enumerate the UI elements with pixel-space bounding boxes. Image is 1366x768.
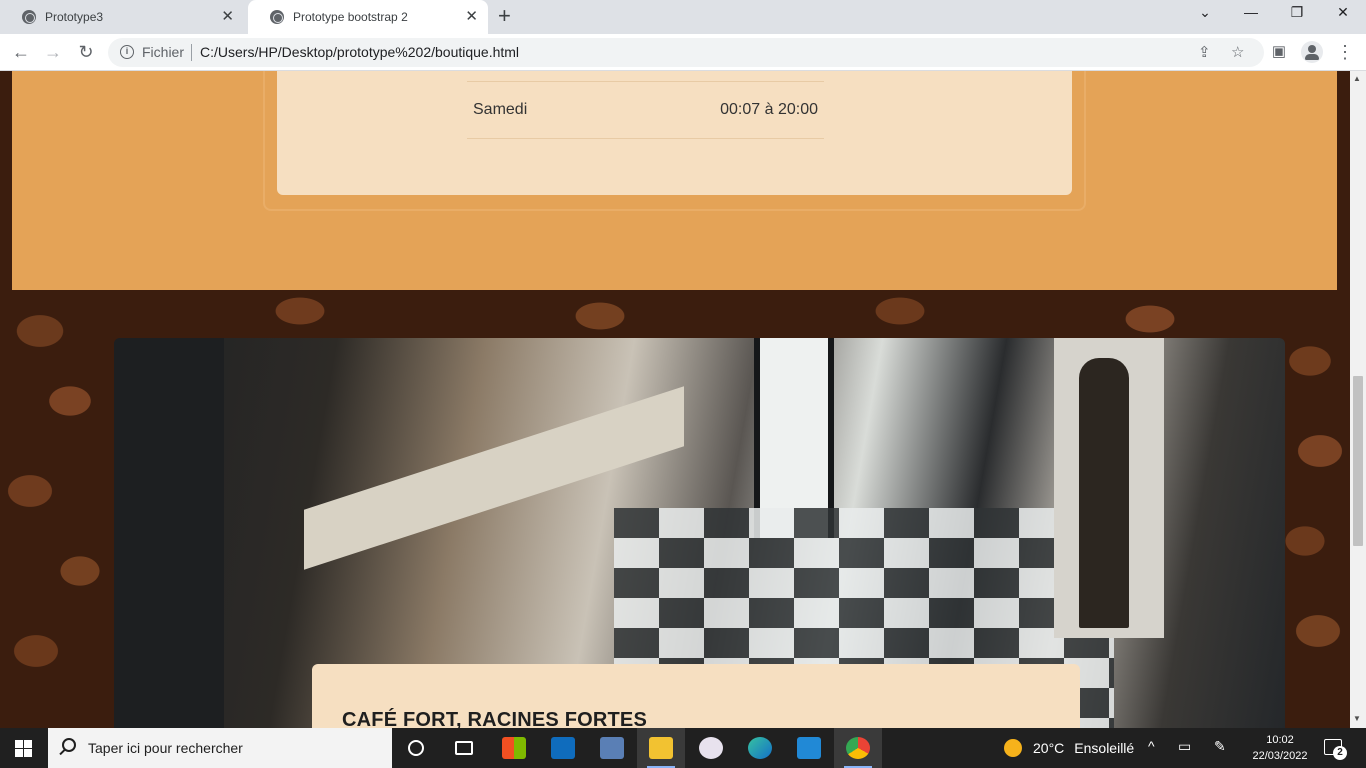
slogan-card: CAFÉ FORT, RACINES FORTES xyxy=(312,664,1080,728)
page-scrollbar[interactable]: ▲ ▼ xyxy=(1350,71,1366,728)
hours-time: 00:07 à 20:00 xyxy=(720,101,818,118)
taskbar-search[interactable]: Taper ici pour rechercher xyxy=(48,728,392,768)
tab-strip: Prototype3 ✕ Prototype bootstrap 2 ✕ + ⌄… xyxy=(0,0,1366,34)
info-icon[interactable]: i xyxy=(120,45,134,59)
tab-title: Prototype bootstrap 2 xyxy=(293,10,408,24)
page-viewport: Samedi 00:07 à 20:00 CAFÉ FORT, RACINES … xyxy=(0,71,1350,728)
tab-title: Prototype3 xyxy=(45,10,104,24)
scroll-thumb[interactable] xyxy=(1353,376,1363,546)
windows-start-icon[interactable] xyxy=(15,740,32,757)
search-icon xyxy=(62,738,76,752)
reload-icon[interactable]: ↻ xyxy=(75,40,97,64)
chrome-icon[interactable] xyxy=(834,728,882,768)
tab-prototype-bootstrap-2[interactable]: Prototype bootstrap 2 ✕ xyxy=(248,0,488,34)
temperature: 20°C xyxy=(1033,740,1065,756)
globe-icon xyxy=(270,10,284,24)
kebab-menu-icon[interactable]: ⋮ xyxy=(1334,40,1356,64)
site-label: Fichier xyxy=(142,44,185,60)
clock-date: 22/03/2022 xyxy=(1252,750,1308,762)
system-clock[interactable]: 10:02 22/03/2022 xyxy=(1246,732,1314,764)
minimize-icon[interactable]: — xyxy=(1239,4,1263,20)
star-icon[interactable]: ☆ xyxy=(1231,43,1244,61)
pen-icon[interactable]: ✎ xyxy=(1214,738,1226,755)
globe-icon xyxy=(22,10,36,24)
hours-day: Samedi xyxy=(473,101,528,118)
restore-icon[interactable]: ❐ xyxy=(1285,4,1309,21)
scroll-down-icon[interactable]: ▼ xyxy=(1353,714,1361,723)
edge-icon[interactable] xyxy=(736,728,784,768)
remote-desktop-icon[interactable] xyxy=(588,728,636,768)
taskbar: Taper ici pour rechercher 20°C Ensoleill… xyxy=(0,728,1366,768)
search-placeholder: Taper ici pour rechercher xyxy=(88,740,243,756)
scroll-up-icon[interactable]: ▲ xyxy=(1353,74,1361,83)
divider xyxy=(467,81,824,82)
divider xyxy=(191,44,192,61)
vscode-icon[interactable] xyxy=(785,728,833,768)
share-icon[interactable]: ⇪ xyxy=(1198,43,1211,61)
slogan-heading: CAFÉ FORT, RACINES FORTES xyxy=(342,709,648,728)
clock-time: 10:02 xyxy=(1266,734,1294,746)
tab-prototype3[interactable]: Prototype3 ✕ xyxy=(0,0,244,34)
back-arrow-icon[interactable]: ← xyxy=(10,40,32,64)
task-view-icon[interactable] xyxy=(440,728,488,768)
paint-icon[interactable] xyxy=(687,728,735,768)
tab-search-icon[interactable]: ⌄ xyxy=(1193,4,1217,21)
url-text[interactable]: C:/Users/HP/Desktop/prototype%202/boutiq… xyxy=(200,44,519,60)
weather-widget[interactable]: 20°C Ensoleillé xyxy=(1004,739,1134,757)
mail-icon[interactable] xyxy=(539,728,587,768)
weather-condition: Ensoleillé xyxy=(1074,740,1135,756)
new-tab-button[interactable]: + xyxy=(498,5,511,27)
battery-icon[interactable]: ▭ xyxy=(1178,738,1191,755)
microsoft-store-icon[interactable] xyxy=(490,728,538,768)
browser-toolbar: ← → ↻ i Fichier C:/Users/HP/Desktop/prot… xyxy=(0,34,1366,71)
hours-card xyxy=(277,71,1072,195)
close-window-icon[interactable]: ✕ xyxy=(1331,4,1355,21)
cortana-icon[interactable] xyxy=(392,728,440,768)
side-panel-icon[interactable]: ▣ xyxy=(1268,40,1290,64)
close-tab-icon[interactable]: ✕ xyxy=(465,9,478,25)
profile-icon[interactable] xyxy=(1301,41,1323,63)
file-explorer-icon[interactable] xyxy=(637,728,685,768)
address-bar[interactable]: i Fichier C:/Users/HP/Desktop/prototype%… xyxy=(108,38,1264,67)
forward-arrow-icon[interactable]: → xyxy=(42,40,64,64)
divider xyxy=(467,138,824,139)
chevron-up-icon[interactable]: ^ xyxy=(1148,738,1155,754)
close-tab-icon[interactable]: ✕ xyxy=(221,9,234,25)
notification-badge: 2 xyxy=(1333,746,1347,760)
sun-icon xyxy=(1004,739,1022,757)
